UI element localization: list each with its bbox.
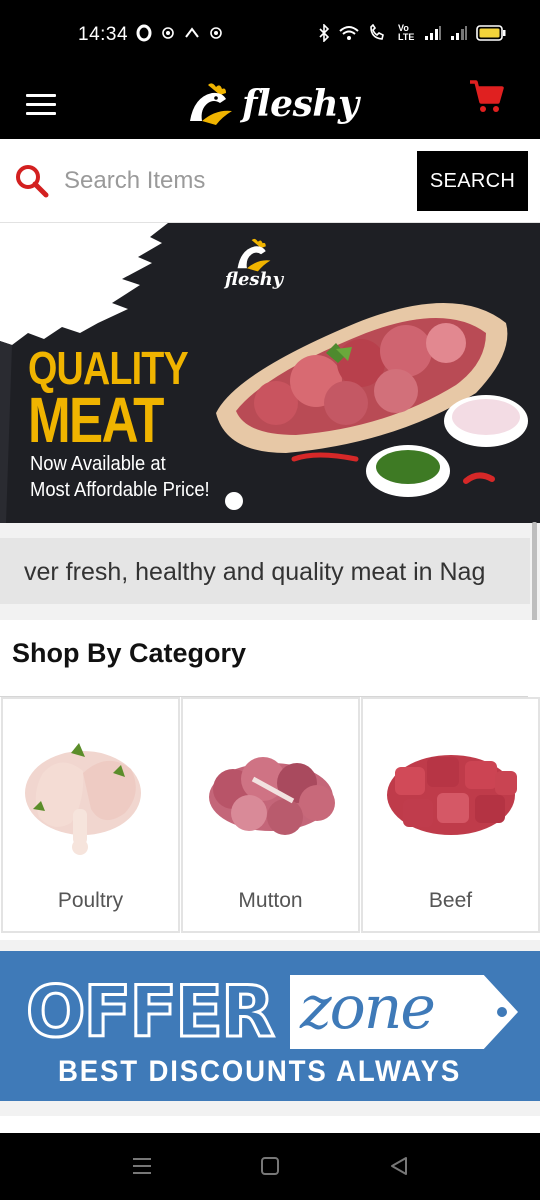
- system-nav-bar: [0, 1133, 540, 1200]
- battery-icon: [476, 25, 506, 41]
- next-section-card: [0, 1116, 540, 1133]
- brand-name: fleshy: [242, 83, 359, 125]
- search-icon: [16, 165, 49, 198]
- marquee-strip: ver fresh, healthy and quality meat in N…: [0, 538, 530, 604]
- offer-subtitle: BEST DISCOUNTS ALWAYS: [58, 1055, 462, 1088]
- status-bar: 14:34 Vo LTE: [0, 0, 540, 70]
- beef-image: [387, 755, 517, 835]
- promo-banner[interactable]: fleshy QUALITY MEAT Now Available at Mos…: [0, 223, 540, 523]
- slider-dot-active[interactable]: [225, 492, 243, 510]
- offer-zone-banner[interactable]: OFFER zone BEST DISCOUNTS ALWAYS: [0, 951, 540, 1101]
- mutton-image: [209, 757, 335, 835]
- notification-icon: [162, 27, 174, 39]
- o-icon: [136, 24, 152, 42]
- back-icon[interactable]: [384, 1151, 414, 1181]
- menu-button[interactable]: [26, 86, 58, 122]
- category-card-mutton[interactable]: Mutton: [181, 697, 360, 933]
- banner-subline-2: Most Affordable Price!: [30, 479, 210, 501]
- menu-icon[interactable]: [127, 1151, 157, 1181]
- meat-dish-image: [216, 303, 528, 497]
- tag-hole: [497, 1007, 507, 1017]
- category-label-poultry: Poultry: [57, 889, 124, 912]
- brand-logo[interactable]: fleshy: [186, 76, 366, 132]
- status-time: 14:34: [78, 24, 129, 45]
- signal-icon: [451, 26, 467, 40]
- status-right-icons: Vo LTE: [318, 24, 506, 42]
- app-bar: fleshy: [0, 70, 540, 139]
- rooster-logo-icon: [190, 83, 232, 125]
- category-section-title: Shop By Category: [12, 638, 247, 668]
- poultry-image: [25, 743, 141, 855]
- cart-icon[interactable]: [468, 78, 504, 114]
- category-label-beef: Beef: [428, 889, 473, 912]
- banner-subline-1: Now Available at: [30, 453, 166, 475]
- volte-icon: Vo LTE: [398, 23, 415, 42]
- status-left-icons: [136, 24, 223, 42]
- notification-icon: [185, 27, 199, 38]
- zone-word: zone: [300, 973, 436, 1043]
- category-card-poultry[interactable]: Poultry: [1, 697, 180, 933]
- marquee-text: ver fresh, healthy and quality meat in N…: [24, 558, 486, 586]
- category-label-mutton: Mutton: [238, 889, 303, 912]
- notification-icon: [210, 27, 222, 39]
- search-input[interactable]: [64, 161, 404, 201]
- category-card-beef[interactable]: Beef: [361, 697, 540, 933]
- banner-headline-2: MEAT: [28, 384, 164, 456]
- home-icon[interactable]: [255, 1151, 285, 1181]
- offer-word: OFFER: [25, 970, 277, 1055]
- call-wifi-icon: [370, 24, 384, 40]
- search-button[interactable]: SEARCH: [417, 151, 528, 211]
- bluetooth-icon: [319, 24, 330, 42]
- signal-icon: [425, 26, 441, 40]
- wifi-icon: [339, 26, 359, 40]
- scrollbar-thumb[interactable]: [532, 522, 537, 632]
